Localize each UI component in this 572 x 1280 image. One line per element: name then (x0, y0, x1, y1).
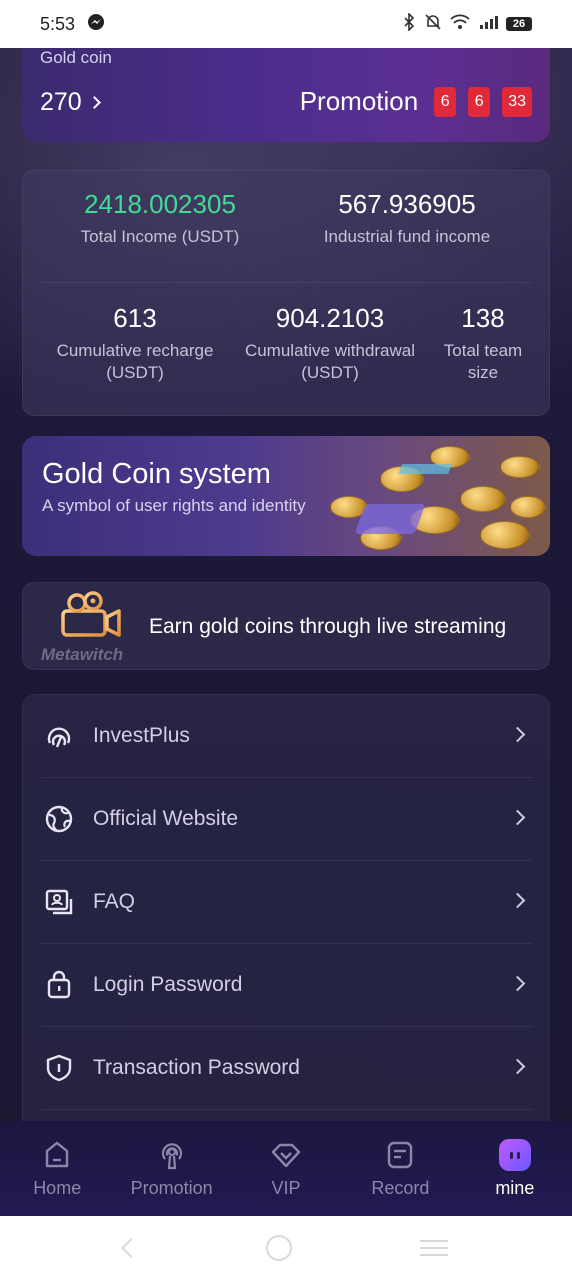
status-time: 5:53 (40, 13, 76, 34)
industrial-fund-stat: 567.936905 Industrial fund income (303, 189, 511, 248)
shield-icon (43, 1052, 75, 1084)
bluetooth-icon (402, 11, 416, 36)
recharge-label-line1: Cumulative recharge (56, 341, 214, 360)
diamond-icon (269, 1138, 303, 1172)
battery-icon: 26 (506, 17, 532, 31)
team-size-stat: 138 Total team size (433, 303, 533, 384)
timer-minutes: 6 (468, 86, 491, 117)
menu-label: Login Password (93, 973, 243, 996)
recharge-label-line2: (USDT) (106, 363, 164, 382)
status-bar: 5:53 26 (0, 0, 572, 48)
chevron-right-icon (509, 892, 526, 911)
total-income-value: 2418.002305 (84, 189, 236, 219)
chevron-right-icon (87, 96, 101, 109)
live-streaming-card[interactable]: Metawitch Earn gold coins through live s… (22, 582, 550, 670)
menu-label: Transaction Password (93, 1056, 300, 1079)
broadcast-icon (155, 1138, 189, 1172)
withdrawal-stat: 904.2103 Cumulative withdrawal (USDT) (229, 303, 431, 384)
chevron-right-icon (509, 809, 526, 828)
timer-seconds: 33 (502, 86, 532, 117)
tab-label: mine (495, 1178, 535, 1198)
chevron-right-icon (509, 1058, 526, 1077)
home-circle-icon[interactable] (266, 1235, 292, 1261)
tab-mine[interactable]: mine (458, 1121, 572, 1216)
tab-promotion[interactable]: Promotion (114, 1121, 228, 1216)
mute-icon (424, 13, 442, 36)
withdrawal-label-line1: Cumulative withdrawal (244, 341, 416, 360)
wifi-icon (450, 14, 470, 35)
home-icon (40, 1138, 74, 1172)
banner-title: Gold Coin system (42, 458, 271, 490)
menu-item-investplus[interactable]: InvestPlus (41, 695, 533, 778)
menu-label: FAQ (93, 890, 136, 913)
bottom-tab-bar: Home Promotion VIP Record mine (0, 1121, 572, 1216)
recharge-stat: 613 Cumulative recharge (USDT) (41, 303, 229, 384)
total-income-stat: 2418.002305 Total Income (USDT) (53, 189, 267, 248)
stats-divider (41, 282, 531, 283)
video-camera-icon (59, 591, 125, 639)
chevron-right-icon (509, 726, 526, 745)
menu-item-transaction-password[interactable]: Transaction Password (41, 1027, 533, 1110)
tab-vip[interactable]: VIP (229, 1121, 343, 1216)
tab-label: Promotion (130, 1178, 213, 1198)
gold-coin-label: Gold coin (40, 48, 112, 67)
tab-home[interactable]: Home (0, 1121, 114, 1216)
globe-icon (43, 803, 75, 835)
app-screen: Gold coin 270 Promotion 6 6 33 2418.0023… (0, 48, 572, 1216)
investplus-icon (43, 720, 75, 752)
messenger-icon (87, 13, 105, 36)
total-income-label: Total Income (USDT) (80, 227, 240, 246)
menu-label: Official Website (93, 807, 239, 830)
back-icon[interactable] (121, 1238, 141, 1258)
stats-card: 2418.002305 Total Income (USDT) 567.9369… (22, 170, 550, 416)
team-size-label-line1: Total team (443, 341, 523, 360)
mine-icon (498, 1138, 532, 1172)
recharge-value: 613 (113, 303, 157, 333)
tab-label: Record (371, 1178, 430, 1198)
gold-coin-system-banner[interactable]: Gold Coin system A symbol of user rights… (22, 436, 550, 556)
chevron-right-icon (509, 975, 526, 994)
menu-item-login-password[interactable]: Login Password (41, 944, 533, 1027)
gold-coin-bar[interactable]: Gold coin 270 Promotion 6 6 33 (22, 48, 550, 142)
promotion-label: Promotion (299, 86, 419, 116)
tab-record[interactable]: Record (343, 1121, 457, 1216)
menu-item-faq[interactable]: FAQ (41, 861, 533, 944)
recharge-label: Cumulative recharge (USDT) (41, 340, 229, 384)
menu-item-official-website[interactable]: Official Website (41, 778, 533, 861)
withdrawal-value: 904.2103 (275, 303, 385, 333)
system-nav-bar (0, 1216, 572, 1280)
recent-apps-icon[interactable] (420, 1240, 448, 1256)
timer-hours: 6 (434, 86, 457, 117)
gold-coin-count[interactable]: 270 (40, 88, 101, 117)
industrial-fund-label: Industrial fund income (323, 227, 491, 246)
metawitch-logo: Metawitch (41, 645, 124, 664)
team-size-label-line2: size (467, 363, 499, 382)
gold-coins-image (290, 436, 550, 556)
lock-icon (43, 969, 75, 1001)
tab-label: Home (33, 1178, 82, 1198)
live-streaming-text: Earn gold coins through live streaming (149, 615, 507, 638)
menu-label: InvestPlus (93, 724, 190, 747)
faq-icon (43, 886, 75, 918)
gold-coin-value: 270 (40, 88, 82, 116)
industrial-fund-value: 567.936905 (338, 189, 476, 219)
record-icon (383, 1138, 417, 1172)
team-size-value: 138 (461, 303, 505, 333)
banner-subtitle: A symbol of user rights and identity (42, 496, 306, 515)
promotion-timer[interactable]: Promotion 6 6 33 (300, 86, 532, 117)
signal-icon (478, 14, 498, 35)
withdrawal-label-line2: (USDT) (301, 363, 359, 382)
withdrawal-label: Cumulative withdrawal (USDT) (229, 340, 431, 384)
tab-label: VIP (271, 1178, 301, 1198)
team-size-label: Total team size (433, 340, 533, 384)
